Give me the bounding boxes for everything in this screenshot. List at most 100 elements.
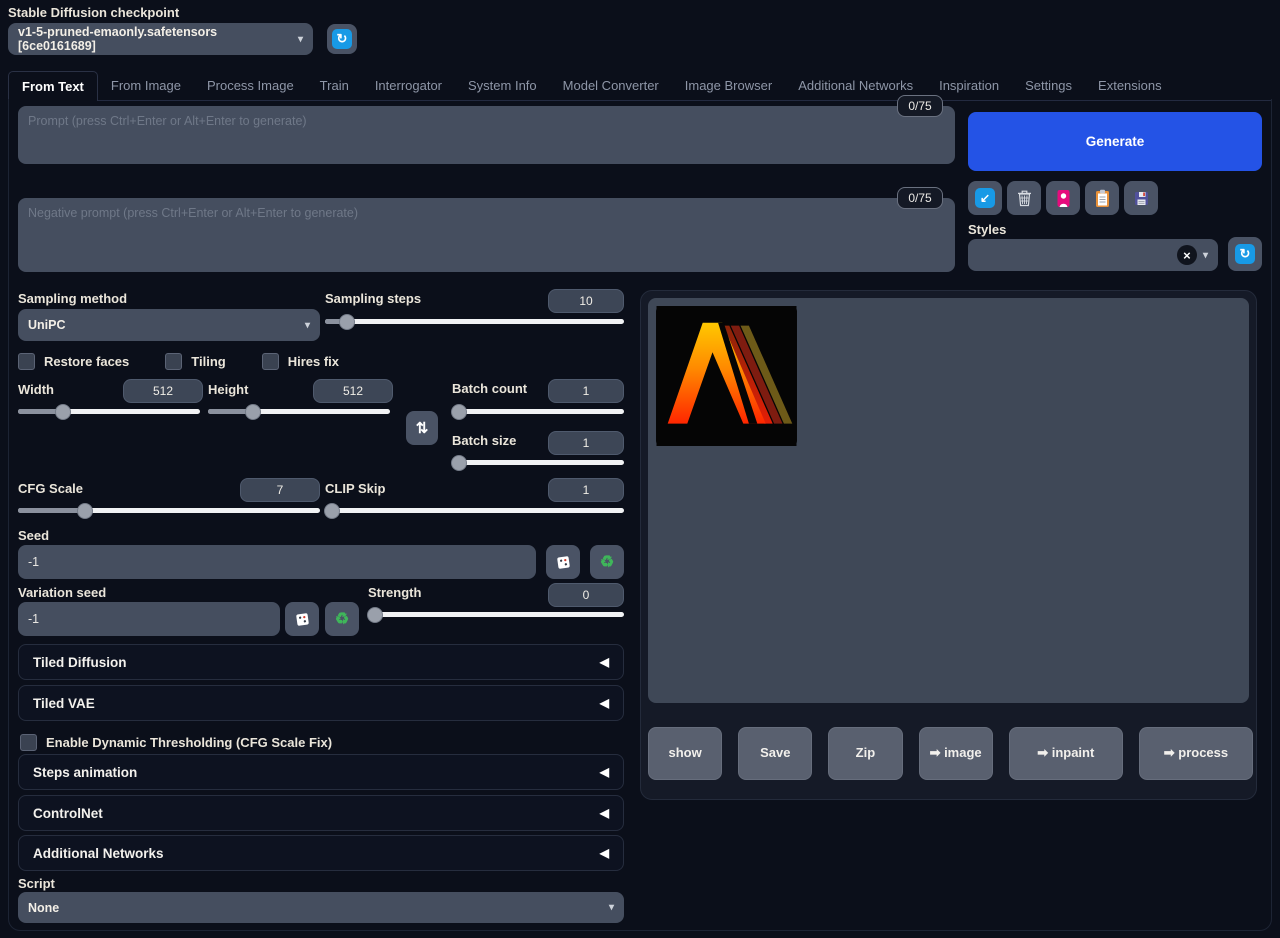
- tab-system-info[interactable]: System Info: [455, 70, 550, 100]
- slider-knob[interactable]: [324, 503, 340, 519]
- tiling-checkbox[interactable]: [165, 353, 182, 370]
- accordion-tiled-diffusion[interactable]: Tiled Diffusion ◀: [18, 644, 624, 680]
- tab-model-converter[interactable]: Model Converter: [550, 70, 672, 100]
- checkpoint-value: v1-5-pruned-emaonly.safetensors [6ce0161…: [18, 25, 298, 53]
- restore-faces-option[interactable]: Restore faces: [18, 353, 129, 370]
- orange-a-logo: [656, 306, 797, 446]
- show-button[interactable]: show: [648, 727, 722, 780]
- styles-label: Styles: [968, 222, 1006, 237]
- extra-networks-button[interactable]: [1046, 181, 1080, 215]
- clip-skip-value[interactable]: 1: [548, 478, 624, 502]
- zip-button[interactable]: Zip: [828, 727, 902, 780]
- styles-clear-button[interactable]: ×: [1177, 245, 1197, 265]
- slider-knob[interactable]: [339, 314, 355, 330]
- tab-image-browser[interactable]: Image Browser: [672, 70, 785, 100]
- refresh-icon: ↻: [1235, 244, 1255, 264]
- slider-knob[interactable]: [245, 404, 261, 420]
- send-to-process-button[interactable]: ➡ process: [1139, 727, 1253, 780]
- sampling-steps-value[interactable]: 10: [548, 289, 624, 313]
- accordion-title: Tiled VAE: [33, 696, 95, 711]
- accordion-title: Additional Networks: [33, 846, 164, 861]
- hires-fix-checkbox[interactable]: [262, 353, 279, 370]
- restore-faces-label: Restore faces: [44, 354, 129, 369]
- seed-label: Seed: [18, 528, 49, 543]
- trash-icon: [1016, 189, 1033, 208]
- clip-skip-label: CLIP Skip: [325, 481, 385, 496]
- restore-faces-checkbox[interactable]: [18, 353, 35, 370]
- cfg-scale-value[interactable]: 7: [240, 478, 320, 502]
- cfg-scale-slider[interactable]: [18, 508, 320, 513]
- sampling-method-value: UniPC: [28, 318, 66, 332]
- sampling-steps-label: Sampling steps: [325, 291, 421, 306]
- hires-fix-option[interactable]: Hires fix: [262, 353, 339, 370]
- tab-from-text[interactable]: From Text: [8, 71, 98, 101]
- height-label: Height: [208, 382, 248, 397]
- variation-seed-reuse-button[interactable]: ♻: [325, 602, 359, 636]
- collapsed-arrow-icon: ◀: [600, 846, 609, 860]
- tab-settings[interactable]: Settings: [1012, 70, 1085, 100]
- height-slider[interactable]: [208, 409, 390, 414]
- flower-card-icon: [1056, 189, 1071, 208]
- width-slider[interactable]: [18, 409, 200, 414]
- seed-random-button[interactable]: [546, 545, 580, 579]
- save-button[interactable]: Save: [738, 727, 812, 780]
- batch-count-value[interactable]: 1: [548, 379, 624, 403]
- checkpoint-dropdown[interactable]: v1-5-pruned-emaonly.safetensors [6ce0161…: [8, 23, 313, 55]
- styles-dropdown[interactable]: × ▾: [968, 239, 1218, 271]
- batch-size-value[interactable]: 1: [548, 431, 624, 455]
- batch-size-label: Batch size: [452, 433, 516, 448]
- seed-reuse-button[interactable]: ♻: [590, 545, 624, 579]
- checkpoint-label: Stable Diffusion checkpoint: [8, 5, 179, 20]
- output-thumbnail[interactable]: [656, 306, 797, 446]
- width-value[interactable]: 512: [123, 379, 203, 403]
- clear-prompt-button[interactable]: [1007, 181, 1041, 215]
- dynamic-thresholding-checkbox[interactable]: [20, 734, 37, 751]
- negative-prompt-input[interactable]: [18, 198, 955, 272]
- accordion-additional-networks[interactable]: Additional Networks ◀: [18, 835, 624, 871]
- slider-knob[interactable]: [367, 607, 383, 623]
- accordion-title: ControlNet: [33, 806, 103, 821]
- sampling-steps-slider[interactable]: [325, 319, 624, 324]
- dynamic-thresholding-option[interactable]: Enable Dynamic Thresholding (CFG Scale F…: [20, 734, 332, 751]
- strength-slider[interactable]: [368, 612, 624, 617]
- styles-refresh-button[interactable]: ↻: [1228, 237, 1262, 271]
- recycle-icon: ♻: [335, 609, 349, 629]
- accordion-steps-animation[interactable]: Steps animation ◀: [18, 754, 624, 790]
- slider-knob[interactable]: [451, 455, 467, 471]
- save-style-button[interactable]: [1124, 181, 1158, 215]
- tab-extensions[interactable]: Extensions: [1085, 70, 1175, 100]
- send-to-inpaint-button[interactable]: ➡ inpaint: [1009, 727, 1123, 780]
- tab-interrogator[interactable]: Interrogator: [362, 70, 455, 100]
- apply-styles-button[interactable]: [1085, 181, 1119, 215]
- slider-knob[interactable]: [55, 404, 71, 420]
- clip-skip-slider[interactable]: [325, 508, 624, 513]
- chevron-down-icon: ▾: [305, 320, 310, 331]
- clipboard-icon: [1095, 189, 1110, 208]
- strength-value[interactable]: 0: [548, 583, 624, 607]
- script-value: None: [28, 901, 59, 915]
- generate-button[interactable]: Generate: [968, 112, 1262, 171]
- accordion-controlnet[interactable]: ControlNet ◀: [18, 795, 624, 831]
- script-label: Script: [18, 876, 55, 891]
- tiling-option[interactable]: Tiling: [165, 353, 225, 370]
- script-dropdown[interactable]: None ▾: [18, 892, 624, 923]
- down-left-arrow-icon: ↙: [975, 188, 995, 208]
- checkpoint-refresh-button[interactable]: ↻: [327, 24, 357, 54]
- variation-seed-input[interactable]: [18, 602, 280, 636]
- sampling-method-dropdown[interactable]: UniPC ▾: [18, 309, 320, 341]
- variation-seed-random-button[interactable]: [285, 602, 319, 636]
- tab-from-image[interactable]: From Image: [98, 70, 194, 100]
- seed-input[interactable]: [18, 545, 536, 579]
- accordion-tiled-vae[interactable]: Tiled VAE ◀: [18, 685, 624, 721]
- height-value[interactable]: 512: [313, 379, 393, 403]
- slider-knob[interactable]: [451, 404, 467, 420]
- swap-width-height-button[interactable]: ⇅: [406, 411, 438, 445]
- paste-params-button[interactable]: ↙: [968, 181, 1002, 215]
- batch-size-slider[interactable]: [452, 460, 624, 465]
- tab-process-image[interactable]: Process Image: [194, 70, 307, 100]
- send-to-image-button[interactable]: ➡ image: [919, 727, 993, 780]
- tab-train[interactable]: Train: [307, 70, 362, 100]
- batch-count-slider[interactable]: [452, 409, 624, 414]
- prompt-input[interactable]: [18, 106, 955, 164]
- recycle-icon: ♻: [600, 552, 614, 572]
